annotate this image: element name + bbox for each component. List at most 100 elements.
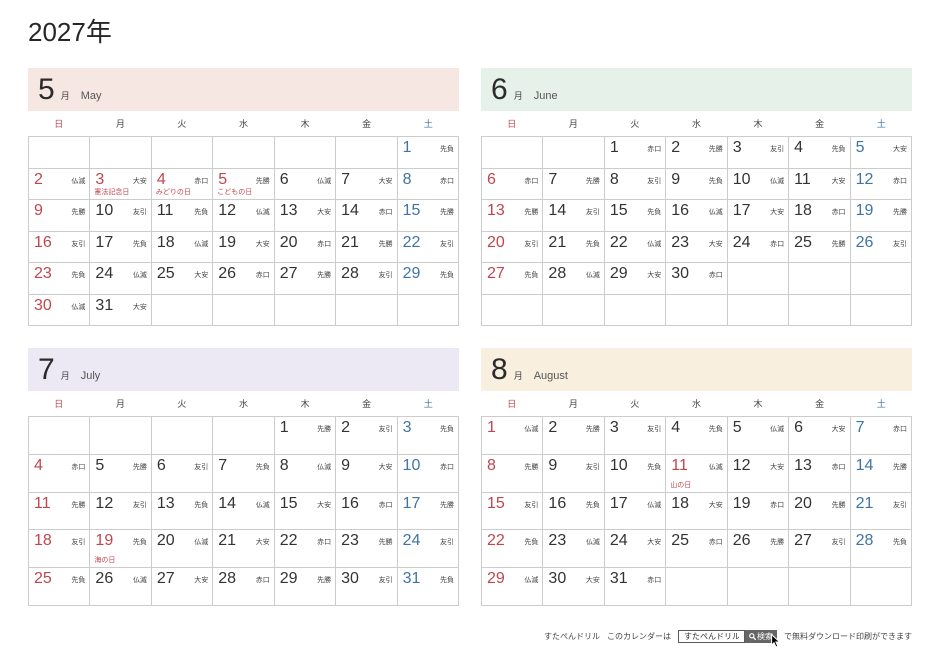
day-cell: 6 仏滅 [274, 168, 337, 200]
day-number: 21 [855, 494, 874, 512]
day-number: 29 [279, 570, 298, 588]
footer-text-before: このカレンダーは [607, 631, 671, 641]
day-cell: 27 大安 [151, 568, 214, 606]
day-cell: 5 先勝 [90, 454, 152, 493]
day-number: 2 [34, 170, 43, 188]
day-cell: 13 大安 [274, 200, 337, 232]
rokuyo-label: 先勝 [317, 271, 332, 279]
empty-day-cell [727, 568, 790, 606]
day-number: 28 [341, 265, 359, 282]
month-number: 5 [38, 73, 55, 106]
rokuyo-label: 友引 [378, 271, 393, 279]
day-cell: 17 先負 [90, 231, 152, 263]
day-number: 5 [732, 419, 742, 436]
rokuyo-label: 先負 [439, 425, 454, 433]
day-cell: 30 友引 [336, 568, 398, 606]
empty-day-cell [727, 263, 790, 295]
rokuyo-label: 赤口 [770, 239, 785, 248]
day-number: 15 [402, 202, 421, 219]
rokuyo-label: 先負 [585, 239, 600, 248]
day-cell: 11 先負 [151, 200, 214, 232]
day-cell: 20 赤口 [274, 231, 337, 263]
holiday-name: 海の日 [94, 556, 116, 565]
rokuyo-label: 大安 [708, 500, 723, 509]
rokuyo-label: 仏滅 [708, 462, 723, 471]
day-cell: 12 大安 [727, 454, 790, 493]
empty-day-cell [336, 294, 398, 326]
empty-day-cell [274, 137, 337, 169]
day-cell: 5 仏滅 [727, 417, 790, 455]
rokuyo-label: 大安 [770, 208, 785, 216]
day-number: 7 [218, 456, 228, 474]
day-number: 26 [218, 265, 237, 282]
search-input[interactable] [678, 629, 745, 643]
rokuyo-label: 先負 [524, 538, 539, 547]
weekday-label-thu: 木 [300, 400, 310, 410]
rokuyo-label: 赤口 [524, 176, 539, 185]
rokuyo-label: 赤口 [439, 176, 454, 185]
day-cell: 22 先負 [482, 530, 544, 569]
empty-day-cell [397, 294, 459, 326]
weekday-label-tue: 火 [177, 400, 187, 410]
rokuyo-label: 大安 [831, 425, 846, 433]
empty-day-cell [274, 294, 337, 326]
day-cell: 1 先負 [397, 137, 459, 169]
rokuyo-label: 大安 [770, 462, 785, 471]
rokuyo-label: 大安 [708, 239, 723, 248]
rokuyo-label: 大安 [132, 302, 147, 311]
rokuyo-label: 友引 [892, 239, 907, 248]
day-cell: 17 大安 [727, 200, 790, 232]
day-number: 22 [402, 233, 421, 251]
day-number: 3 [402, 419, 412, 436]
rokuyo-label: 先負 [647, 462, 662, 471]
day-cell: 24 赤口 [727, 231, 790, 263]
day-number: 8 [487, 456, 496, 474]
rokuyo-label: 赤口 [378, 208, 393, 216]
day-number: 15 [279, 494, 298, 512]
day-cell: 7 赤口 [850, 417, 912, 455]
day-cell: 27 友引 [789, 530, 851, 569]
rokuyo-label: 仏滅 [194, 239, 209, 248]
month-name-english: July [80, 370, 101, 382]
rokuyo-label: 仏滅 [71, 302, 86, 311]
day-number: 6 [794, 419, 804, 436]
rokuyo-label: 先負 [439, 271, 454, 279]
month-unit: 月 [60, 92, 70, 102]
rokuyo-label: 友引 [831, 538, 846, 547]
day-cell: 17 先勝 [397, 492, 459, 531]
day-cell: 9 友引 [543, 454, 605, 493]
holiday-name: 憲法記念日 [94, 188, 130, 196]
day-cell: 3 友引 [604, 417, 667, 455]
day-number: 16 [34, 233, 52, 251]
weekday-label-wed: 水 [691, 120, 701, 130]
day-cell: 26 赤口 [213, 263, 275, 295]
month-name-english: June [533, 90, 558, 102]
day-cell: 31 先負 [397, 568, 459, 606]
day-cell: 10 先負 [604, 454, 667, 493]
rokuyo-label: 大安 [831, 176, 846, 185]
day-cell: 21 大安 [213, 530, 275, 569]
rokuyo-label: 先勝 [770, 538, 785, 547]
day-number: 2 [671, 139, 681, 156]
day-cell: 21 友引 [850, 492, 912, 531]
weekday-label-sat: 土 [423, 400, 433, 410]
empty-day-cell [666, 568, 728, 606]
day-cell: 1 先勝 [274, 417, 337, 455]
day-number: 22 [279, 532, 298, 550]
rokuyo-label: 友引 [585, 208, 600, 216]
calendar-page: 2027年 5 月 May 日月火水木金土 1 先負 2 仏滅 3 大安 憲法記念日 4 赤口み… [0, 0, 940, 665]
day-cell: 16 先負 [543, 492, 605, 531]
day-cell: 28 赤口 [213, 568, 275, 606]
day-cell: 14 仏滅 [213, 492, 275, 531]
day-number: 13 [487, 202, 505, 219]
rokuyo-label: 友引 [770, 145, 785, 153]
rokuyo-label: 先負 [439, 145, 454, 153]
weekday-label-tue: 火 [177, 120, 187, 130]
month-name-english: August [533, 370, 568, 382]
day-cell: 24 仏滅 [90, 263, 152, 295]
day-cell: 20 先勝 [789, 492, 851, 531]
day-number: 3 [609, 419, 619, 436]
rokuyo-label: 先勝 [71, 208, 86, 216]
rokuyo-label: 仏滅 [770, 425, 785, 433]
day-number: 1 [609, 139, 619, 156]
